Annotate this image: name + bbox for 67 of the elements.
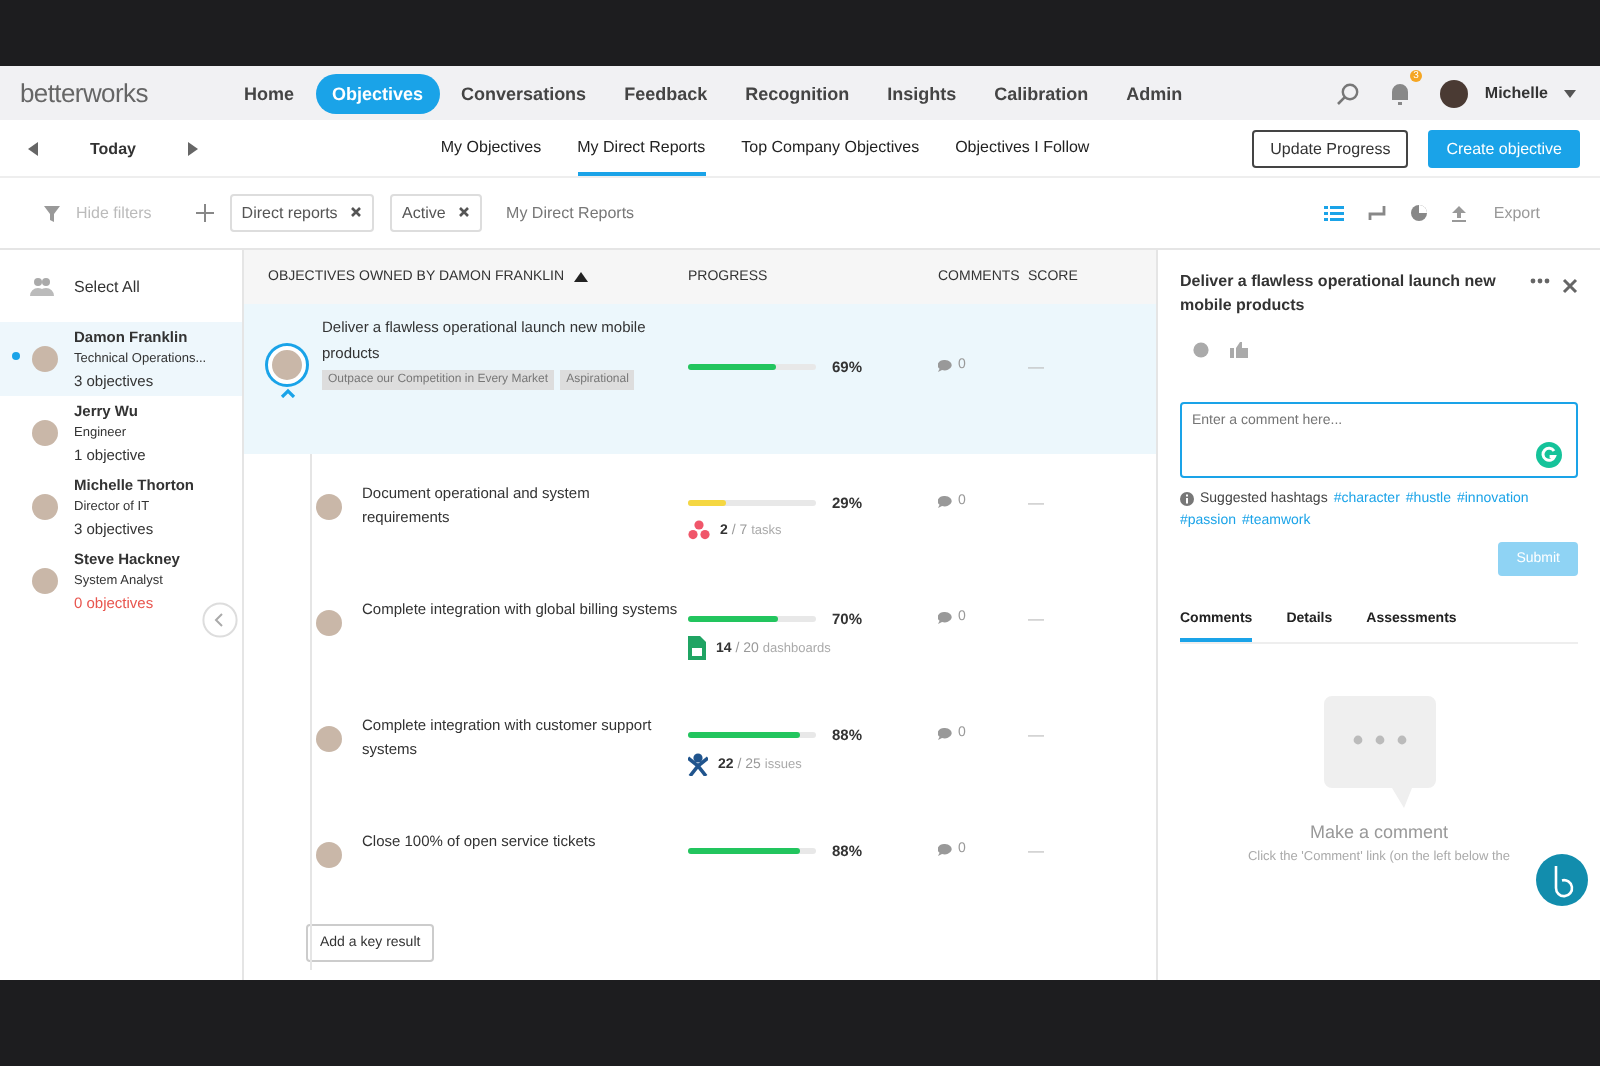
score: — (1028, 356, 1046, 376)
avatar (316, 494, 342, 520)
close-icon[interactable] (1562, 278, 1578, 294)
sort-up-icon[interactable] (574, 272, 589, 282)
spreadsheet-icon (688, 636, 706, 660)
nav-tab[interactable]: Home (228, 73, 311, 113)
view-tab[interactable]: Objectives I Follow (955, 120, 1090, 176)
comment-icon[interactable] (938, 359, 952, 371)
view-tab[interactable]: My Direct Reports (577, 120, 706, 176)
caret-icon[interactable] (1564, 89, 1576, 97)
logo[interactable]: betterworks (20, 78, 212, 108)
upload-icon[interactable] (1451, 205, 1466, 221)
select-all-link[interactable]: Select All (74, 277, 140, 295)
thumbs-up-icon[interactable] (1230, 342, 1248, 358)
selected-dot (12, 352, 20, 360)
chevron-up-icon[interactable] (279, 388, 295, 398)
avatar (316, 842, 342, 868)
avatar (316, 726, 342, 752)
avatar (32, 568, 58, 594)
view-label: My Direct Reports (506, 204, 635, 222)
panel-title: Deliver a flawless operational launch new mobile products (1180, 270, 1498, 318)
avatar (32, 346, 58, 372)
close-icon[interactable] (350, 206, 363, 218)
figure-icon (688, 752, 708, 776)
update-progress-button[interactable]: Update Progress (1252, 129, 1409, 167)
score: — (1028, 492, 1046, 512)
nav-tab[interactable]: Conversations (445, 73, 603, 113)
nav-tab[interactable]: Insights (871, 73, 973, 113)
pie-chart-icon[interactable] (1409, 204, 1428, 222)
close-icon[interactable] (458, 206, 471, 218)
bell-icon[interactable] (1388, 80, 1413, 106)
nav-tab[interactable]: Calibration (978, 73, 1105, 113)
three-dots-icon (688, 520, 710, 540)
list-icon[interactable] (1323, 205, 1344, 221)
left-arrow-icon[interactable] (28, 141, 38, 155)
view-tab[interactable]: My Objectives (440, 120, 542, 176)
group-icon (30, 276, 54, 296)
filter-chip[interactable]: Active (390, 194, 483, 232)
date-label: Today (88, 139, 138, 157)
user-menu[interactable]: Michelle (1484, 84, 1548, 102)
filter-chip[interactable]: Direct reports (229, 194, 375, 232)
search-icon[interactable] (1336, 81, 1361, 105)
info-icon (1180, 492, 1194, 506)
nav-tab[interactable]: Feedback (608, 73, 724, 113)
nav-tab[interactable]: Recognition (729, 73, 866, 113)
comment-icon[interactable] (938, 495, 952, 507)
nav-tab[interactable]: Admin (1110, 73, 1199, 113)
avatar (316, 610, 342, 636)
score: — (1028, 608, 1046, 628)
comment-icon[interactable] (938, 843, 952, 855)
comment-icon[interactable] (938, 727, 952, 739)
filter-icon[interactable] (44, 205, 60, 221)
collapse-icon[interactable] (202, 602, 238, 638)
chat-launcher-icon[interactable] (1536, 854, 1588, 906)
score: — (1028, 840, 1046, 860)
empty-title: Make a comment (1307, 822, 1451, 842)
view-tab[interactable]: Top Company Objectives (741, 120, 920, 176)
comment-icon[interactable] (938, 611, 952, 623)
right-arrow-icon[interactable] (187, 141, 198, 155)
grammar-check-icon[interactable] (1536, 442, 1562, 468)
avatar (32, 420, 58, 446)
more-icon[interactable] (1530, 278, 1550, 284)
score: — (1028, 724, 1046, 744)
plus-icon[interactable] (195, 204, 214, 222)
avatar (268, 346, 306, 384)
avatar (32, 494, 58, 520)
avatar[interactable] (1440, 79, 1469, 107)
